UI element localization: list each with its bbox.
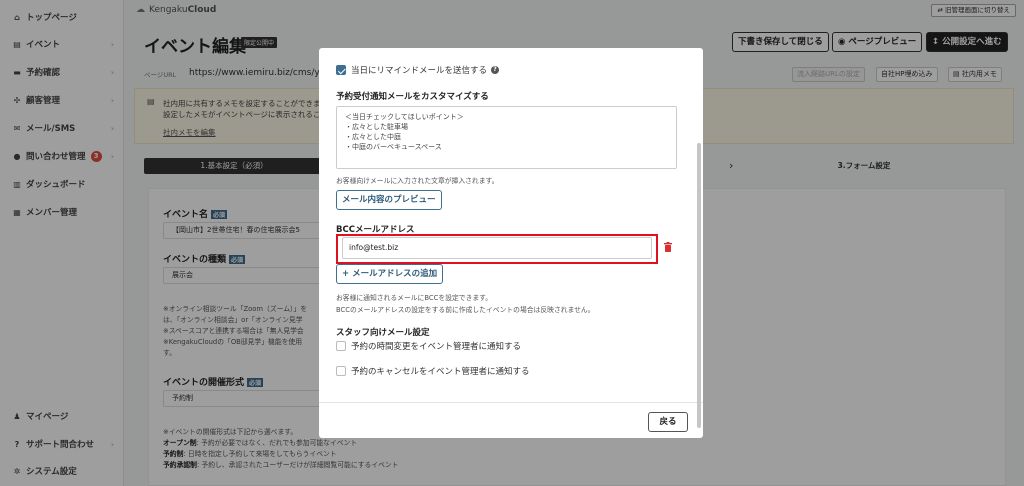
- modal-scrollbar[interactable]: [697, 143, 701, 428]
- add-email-button[interactable]: + メールアドレスの追加: [336, 264, 444, 284]
- mail-preview-button[interactable]: メール内容のプレビュー: [336, 190, 442, 210]
- reminder-label: 当日にリマインドメールを送信する: [351, 66, 488, 76]
- cancel-checkbox[interactable]: [336, 366, 346, 376]
- reminder-checkbox[interactable]: [336, 65, 346, 75]
- reminder-checkbox-row[interactable]: 当日にリマインドメールを送信する ?: [336, 64, 500, 76]
- bcc-note: お客様に通知されるメールにBCCを設定できます。: [336, 294, 493, 302]
- bcc-note: BCCのメールアドレスの設定をする前に作成したイベントの場合は反映されません。: [336, 306, 595, 314]
- custom-mail-textarea[interactable]: ＜当日チェックしてほしいポイント＞ ・広々とした駐車場 ・広々とした中庭 ・中庭…: [336, 106, 677, 169]
- staff-option-time-change[interactable]: 予約の時間変更をイベント管理者に通知する: [336, 340, 521, 352]
- trash-icon[interactable]: [664, 242, 672, 252]
- time-change-label: 予約の時間変更をイベント管理者に通知する: [351, 342, 522, 352]
- customize-mail-heading: 予約受付通知メールをカスタマイズする: [336, 92, 489, 102]
- cancel-label: 予約のキャンセルをイベント管理者に通知する: [351, 367, 530, 377]
- mail-settings-modal: 当日にリマインドメールを送信する ? 予約受付通知メールをカスタマイズする ＜当…: [319, 48, 703, 438]
- modal-footer-divider: [319, 402, 703, 403]
- staff-option-cancel[interactable]: 予約のキャンセルをイベント管理者に通知する: [336, 365, 530, 377]
- back-button[interactable]: 戻る: [648, 412, 688, 432]
- highlight-box: [336, 234, 658, 264]
- customer-mail-note: お客様向けメールに入力された文章が挿入されます。: [336, 177, 499, 185]
- time-change-checkbox[interactable]: [336, 341, 346, 351]
- help-icon[interactable]: ?: [491, 66, 500, 74]
- staff-mail-heading: スタッフ向けメール設定: [336, 328, 430, 338]
